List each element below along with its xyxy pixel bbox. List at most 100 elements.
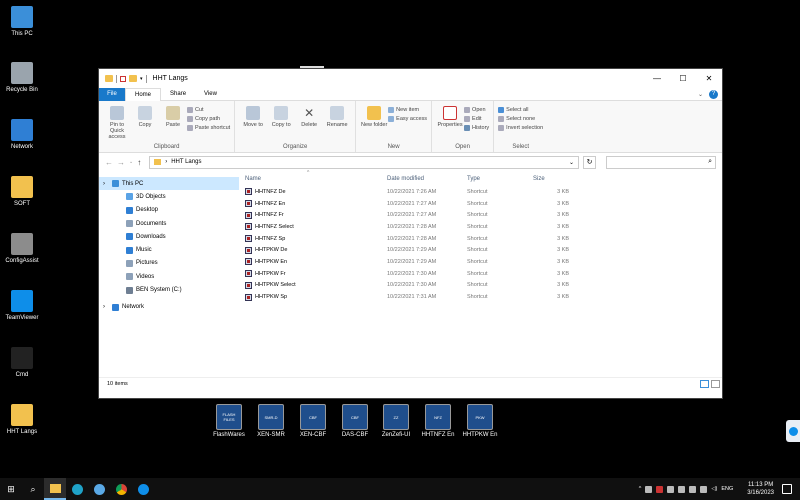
desktop-shortcut[interactable]: CBF XEN-CBF bbox=[293, 404, 333, 438]
table-row[interactable]: HHTPKW Select 10/22/2021 7:30 AM Shortcut 3… bbox=[239, 280, 722, 292]
edit-button[interactable]: Edit bbox=[464, 116, 489, 122]
file-explorer-taskbar-button[interactable] bbox=[44, 478, 66, 500]
tray-app-icon[interactable] bbox=[667, 485, 675, 493]
select-none-button[interactable]: Select none bbox=[498, 116, 543, 122]
nav-item[interactable]: Downloads bbox=[99, 230, 239, 243]
search-input[interactable]: ⌕ bbox=[606, 155, 716, 169]
table-row[interactable]: HHTPKW Fr 10/22/2021 7:30 AM Shortcut 3 KB bbox=[239, 268, 722, 280]
minimize-button[interactable]: — bbox=[644, 69, 670, 88]
column-date[interactable]: Date modified bbox=[383, 176, 463, 182]
nav-item[interactable]: Videos bbox=[99, 270, 239, 283]
tab-share[interactable]: Share bbox=[161, 88, 195, 101]
history-button[interactable]: History bbox=[464, 125, 489, 131]
cut-button[interactable]: Cut bbox=[187, 107, 230, 113]
nav-item[interactable]: › Network bbox=[99, 301, 239, 314]
nav-item[interactable]: 3D Objects bbox=[99, 190, 239, 203]
details-view-button[interactable] bbox=[700, 380, 709, 388]
teamviewer-side-tab[interactable] bbox=[786, 420, 800, 442]
rename-button[interactable]: Rename bbox=[323, 104, 351, 142]
app-taskbar-button[interactable] bbox=[88, 478, 110, 500]
maximize-button[interactable]: ☐ bbox=[670, 69, 696, 88]
new-folder-button[interactable]: New folder bbox=[360, 104, 388, 142]
tray-app-icon[interactable] bbox=[656, 485, 664, 493]
forward-arrow-icon[interactable]: → bbox=[117, 158, 125, 167]
breadcrumb[interactable]: HHT Langs bbox=[171, 159, 201, 165]
up-arrow-icon[interactable]: ↑ bbox=[137, 158, 141, 167]
back-arrow-icon[interactable]: ← bbox=[105, 158, 113, 167]
edge-taskbar-button[interactable] bbox=[66, 478, 88, 500]
notifications-icon[interactable] bbox=[782, 484, 792, 494]
address-bar[interactable]: › HHT Langs ⌄ bbox=[149, 155, 579, 169]
invert-selection-button[interactable]: Invert selection bbox=[498, 125, 543, 131]
copy-path-button[interactable]: Copy path bbox=[187, 116, 230, 122]
column-name[interactable]: Name bbox=[239, 176, 383, 182]
table-row[interactable]: HHTNFZ Fr 10/22/2021 7:27 AM Shortcut 3 KB bbox=[239, 209, 722, 221]
desktop-icon[interactable]: SOFT bbox=[0, 176, 44, 208]
desktop-shortcut[interactable]: PKW HHTPKW En bbox=[460, 404, 500, 438]
teamviewer-taskbar-button[interactable] bbox=[132, 478, 154, 500]
search-icon[interactable]: ⌕ bbox=[22, 478, 44, 500]
tab-file[interactable]: File bbox=[99, 87, 125, 101]
open-button[interactable]: Open bbox=[464, 107, 489, 113]
table-row[interactable]: HHTNFZ De 10/22/2021 7:26 AM Shortcut 3 KB bbox=[239, 186, 722, 198]
desktop-shortcut[interactable]: FLASH FILES FlashWares bbox=[209, 404, 249, 438]
chevron-down-icon[interactable]: ▾ bbox=[140, 76, 143, 82]
volume-icon[interactable]: ◁) bbox=[711, 486, 717, 492]
desktop-shortcut[interactable]: NFZ HHTNFZ En bbox=[418, 404, 458, 438]
title-bar[interactable]: ▾ HHT Langs — ☐ ✕ bbox=[99, 69, 722, 88]
copy-button[interactable]: Copy bbox=[131, 104, 159, 142]
new-folder-icon[interactable] bbox=[129, 75, 137, 82]
paste-shortcut-button[interactable]: Paste shortcut bbox=[187, 125, 230, 131]
start-button[interactable]: ⊞ bbox=[0, 478, 22, 500]
nav-item[interactable]: › This PC bbox=[99, 177, 239, 191]
refresh-button[interactable]: ↻ bbox=[583, 155, 596, 169]
move-to-button[interactable]: Move to bbox=[239, 104, 267, 142]
table-row[interactable]: HHTNFZ En 10/22/2021 7:27 AM Shortcut 3 KB bbox=[239, 198, 722, 210]
tray-app-icon[interactable] bbox=[678, 485, 686, 493]
network-icon[interactable] bbox=[700, 485, 708, 493]
column-type[interactable]: Type bbox=[463, 176, 529, 182]
desktop-icon[interactable]: This PC bbox=[0, 6, 44, 38]
nav-item[interactable]: Desktop bbox=[99, 204, 239, 217]
properties-button[interactable]: Properties bbox=[436, 104, 464, 142]
desktop-icon[interactable]: ConfigAssist bbox=[0, 233, 44, 265]
chrome-taskbar-button[interactable] bbox=[110, 478, 132, 500]
select-all-button[interactable]: Select all bbox=[498, 107, 543, 113]
clock[interactable]: 11:13 PM 3/16/2023 bbox=[747, 481, 774, 497]
desktop-icon[interactable]: HHT Langs bbox=[0, 404, 44, 436]
desktop-icon[interactable]: Network bbox=[0, 119, 44, 151]
large-icons-view-button[interactable] bbox=[711, 380, 720, 388]
paste-button[interactable]: Paste bbox=[159, 104, 187, 142]
properties-icon[interactable] bbox=[120, 75, 126, 82]
chevron-down-icon[interactable]: ⌄ bbox=[698, 91, 703, 98]
tray-app-icon[interactable] bbox=[689, 485, 697, 493]
tray-app-icon[interactable] bbox=[645, 485, 653, 493]
desktop-shortcut[interactable]: CBF DAS-CBF bbox=[335, 404, 375, 438]
nav-item[interactable]: Pictures bbox=[99, 257, 239, 270]
desktop-icon[interactable]: Cmd bbox=[0, 347, 44, 379]
copy-to-button[interactable]: Copy to bbox=[267, 104, 295, 142]
tab-view[interactable]: View bbox=[195, 88, 226, 101]
easy-access-button[interactable]: Easy access bbox=[388, 116, 427, 122]
table-row[interactable]: HHTPKW En 10/22/2021 7:29 AM Shortcut 3 KB bbox=[239, 256, 722, 268]
nav-item[interactable]: Documents bbox=[99, 217, 239, 230]
nav-item[interactable]: Music bbox=[99, 243, 239, 256]
pin-quick-access-button[interactable]: Pin to Quick access bbox=[103, 104, 131, 142]
tray-chevron-icon[interactable]: ^ bbox=[639, 486, 642, 492]
new-item-button[interactable]: New item bbox=[388, 107, 427, 113]
desktop-icon[interactable]: Recycle Bin bbox=[0, 62, 44, 94]
close-button[interactable]: ✕ bbox=[696, 69, 722, 88]
desktop-shortcut[interactable]: SMR-D XEN-SMR bbox=[251, 404, 291, 438]
desktop-shortcut[interactable]: ZZ ZenZefi-UI bbox=[376, 404, 416, 438]
desktop-icon[interactable]: TeamViewer bbox=[0, 290, 44, 322]
table-row[interactable]: HHTNFZ Select 10/22/2021 7:28 AM Shortcut 3… bbox=[239, 221, 722, 233]
table-row[interactable]: HHTPKW De 10/22/2021 7:29 AM Shortcut 3 KB bbox=[239, 244, 722, 256]
column-size[interactable]: Size bbox=[529, 176, 569, 182]
delete-button[interactable]: ✕ Delete bbox=[295, 104, 323, 142]
chevron-right-icon[interactable]: › bbox=[103, 304, 109, 310]
table-row[interactable]: HHTNFZ Sp 10/22/2021 7:28 AM Shortcut 3 KB bbox=[239, 233, 722, 245]
tab-home[interactable]: Home bbox=[125, 87, 162, 101]
language-indicator[interactable]: ENG bbox=[721, 486, 733, 492]
chevron-down-icon[interactable]: ⌄ bbox=[569, 159, 574, 166]
table-row[interactable]: HHTPKW Sp 10/22/2021 7:31 AM Shortcut 3 KB bbox=[239, 291, 722, 303]
